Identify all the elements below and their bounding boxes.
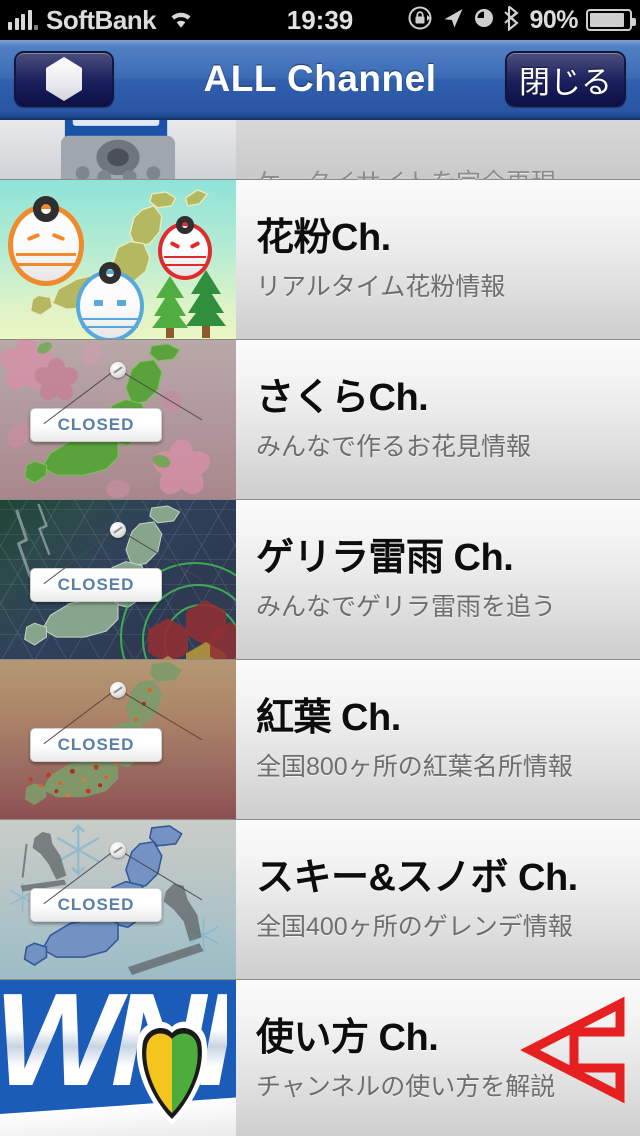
list-item-subtitle: チャンネルの使い方を解説: [256, 1072, 556, 1101]
sakura-map-thumbnail: CLOSED: [0, 340, 236, 499]
list-item-subtitle: 全国800ヶ所の紅葉名所情報: [256, 752, 573, 781]
keitai-phone-thumbnail: [0, 120, 236, 179]
list-item-title: ゲリラ雷雨 Ch.: [256, 536, 514, 579]
autumn-leaves-map-thumbnail: CLOSED: [0, 660, 236, 819]
list-item-subtitle: 全国400ヶ所のゲレンデ情報: [256, 912, 573, 941]
pollen-face-orange: [8, 196, 84, 286]
pollen-map-thumbnail: [0, 180, 236, 339]
status-badge: CLOSED: [30, 888, 162, 922]
beginner-leaf-icon: [136, 1021, 208, 1125]
list-item-text: さくらCh. みんなで作るお花見情報: [236, 340, 640, 499]
channel-list[interactable]: ケータイサイトを完全再現: [0, 120, 640, 1136]
pollen-face-blue: [76, 262, 144, 339]
status-bar-center: 19:39: [0, 5, 640, 36]
list-item[interactable]: ケータイサイトを完全再現: [0, 120, 640, 197]
list-item[interactable]: CLOSED スキー&スノボ Ch. 全国400ヶ所のゲレンデ情報: [0, 820, 640, 980]
list-item[interactable]: 花粉Ch. リアルタイム花粉情報: [0, 180, 640, 340]
list-item[interactable]: WNI 使い方 Ch. チャンネルの使い方を解説: [0, 980, 640, 1136]
thunderstorm-radar-thumbnail: CLOSED: [0, 500, 236, 659]
wni-logo-thumbnail: WNI: [0, 980, 236, 1136]
status-bar: SoftBank 19:39 90%: [0, 0, 640, 40]
list-item[interactable]: CLOSED ゲリラ雷雨 Ch. みんなでゲリラ雷雨を追う: [0, 500, 640, 660]
status-badge: CLOSED: [30, 408, 162, 442]
close-button-label: 閉じる: [519, 64, 612, 100]
list-item-text: 花粉Ch. リアルタイム花粉情報: [236, 180, 640, 339]
list-item-title: 使い方 Ch.: [256, 1016, 439, 1059]
navigation-bar: ALL Channel 閉じる: [0, 40, 640, 120]
list-item-title: 紅葉 Ch.: [256, 696, 401, 739]
list-item-text: 紅葉 Ch. 全国800ヶ所の紅葉名所情報: [236, 660, 640, 819]
close-button[interactable]: 閉じる: [505, 51, 626, 107]
sign-nail-icon: [110, 682, 126, 698]
status-badge: CLOSED: [30, 568, 162, 602]
ski-snowboard-map-thumbnail: CLOSED: [0, 820, 236, 979]
list-item-text: 使い方 Ch. チャンネルの使い方を解説: [236, 980, 640, 1136]
menu-hexagon-button[interactable]: [14, 51, 114, 107]
list-item-subtitle: リアルタイム花粉情報: [256, 272, 506, 301]
pine-tree-icon: [186, 270, 226, 338]
clock-label: 19:39: [286, 4, 354, 35]
sign-nail-icon: [110, 362, 126, 378]
list-item-title: スキー&スノボ Ch.: [256, 856, 578, 899]
sign-nail-icon: [110, 522, 126, 538]
status-badge: CLOSED: [30, 728, 162, 762]
list-item-title: さくらCh.: [256, 376, 429, 419]
hexagon-icon: [46, 57, 82, 101]
list-item-text: ゲリラ雷雨 Ch. みんなでゲリラ雷雨を追う: [236, 500, 640, 659]
list-item-text: スキー&スノボ Ch. 全国400ヶ所のゲレンデ情報: [236, 820, 640, 979]
list-item-subtitle: みんなでゲリラ雷雨を追う: [256, 592, 557, 621]
list-item-title: 花粉Ch.: [256, 216, 391, 259]
sign-nail-icon: [110, 842, 126, 858]
list-item-subtitle: みんなで作るお花見情報: [256, 432, 532, 461]
battery-icon: [586, 9, 636, 31]
list-item[interactable]: CLOSED 紅葉 Ch. 全国800ヶ所の紅葉名所情報: [0, 660, 640, 820]
list-item[interactable]: CLOSED さくらCh. みんなで作るお花見情報: [0, 340, 640, 500]
